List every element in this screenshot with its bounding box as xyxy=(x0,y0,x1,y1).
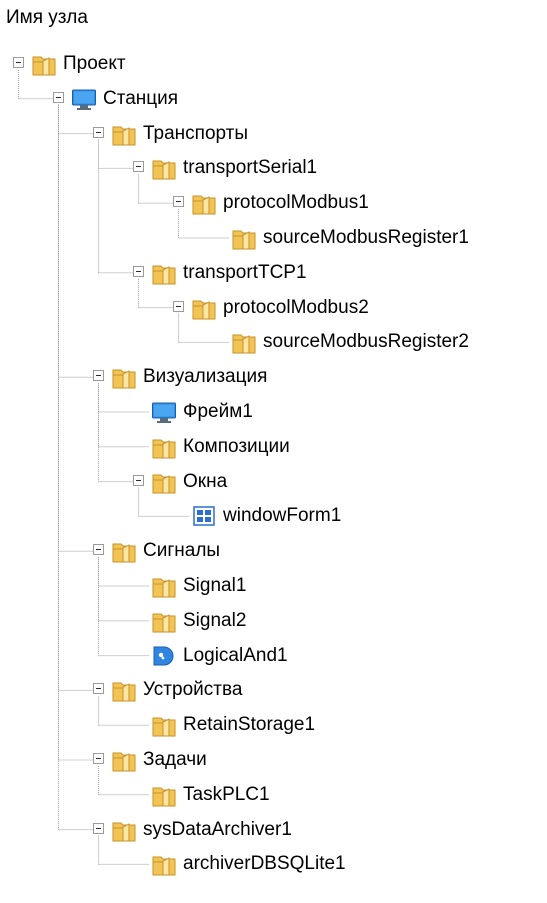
tree-node[interactable]: transportSerial1 xyxy=(0,152,547,184)
folder-icon xyxy=(31,51,57,77)
tree-node[interactable]: Окна xyxy=(0,466,547,498)
folder-icon xyxy=(151,608,177,634)
tree-node-label[interactable]: Signal2 xyxy=(183,608,246,634)
folder-icon xyxy=(231,225,257,251)
tree-node-label[interactable]: protocolModbus2 xyxy=(223,295,369,321)
collapse-toggle[interactable] xyxy=(53,91,64,103)
tree-node-label[interactable]: Композиции xyxy=(183,434,290,460)
folder-icon xyxy=(111,538,137,564)
tree-node-label[interactable]: sourceModbusRegister2 xyxy=(263,329,469,355)
tree-node-label[interactable]: LogicalAnd1 xyxy=(183,643,288,669)
tree-node-label[interactable]: Визуализация xyxy=(143,364,267,390)
collapse-toggle[interactable] xyxy=(173,300,184,312)
tree-node[interactable]: Устройства xyxy=(0,674,547,706)
window-grid-icon xyxy=(191,503,217,529)
collapse-toggle[interactable] xyxy=(133,161,144,173)
folder-icon xyxy=(151,712,177,738)
collapse-toggle[interactable] xyxy=(93,753,104,764)
tree-node-label[interactable]: windowForm1 xyxy=(223,503,341,529)
tree-node[interactable]: protocolModbus2 xyxy=(0,292,547,324)
monitor-icon xyxy=(71,86,97,112)
folder-icon xyxy=(111,121,137,147)
tree-node[interactable]: TaskPLC1 xyxy=(0,779,547,811)
folder-icon xyxy=(191,190,217,216)
folder-icon xyxy=(151,155,177,181)
folder-icon xyxy=(231,329,257,355)
tree-node-label[interactable]: archiverDBSQLite1 xyxy=(183,851,346,877)
tree-node[interactable]: Транспорты xyxy=(0,118,547,150)
tree-node-label[interactable]: RetainStorage1 xyxy=(183,712,315,738)
tree-node-label[interactable]: Станция xyxy=(103,86,178,112)
tree-node-label[interactable]: TaskPLC1 xyxy=(183,782,270,808)
logic-gate-icon xyxy=(151,643,177,669)
collapse-toggle[interactable] xyxy=(133,265,144,277)
tree-node[interactable]: Сигналы xyxy=(0,535,547,567)
folder-icon xyxy=(111,677,137,703)
tree-node[interactable]: sysDataArchiver1 xyxy=(0,814,547,846)
tree-node-label[interactable]: Транспорты xyxy=(143,121,248,147)
tree-node[interactable]: sourceModbusRegister1 xyxy=(0,222,547,254)
tree-node-label[interactable]: protocolModbus1 xyxy=(223,190,369,216)
collapse-toggle[interactable] xyxy=(13,57,24,68)
tree-node[interactable]: RetainStorage1 xyxy=(0,709,547,741)
tree-node[interactable]: Signal2 xyxy=(0,605,547,637)
tree-node-label[interactable]: Сигналы xyxy=(143,538,220,564)
folder-icon xyxy=(111,747,137,773)
tree-node-label[interactable]: Устройства xyxy=(143,677,242,703)
tree-node[interactable]: archiverDBSQLite1 xyxy=(0,848,547,880)
tree-node-label[interactable]: Фрейм1 xyxy=(183,399,253,425)
tree-node-label[interactable]: sourceModbusRegister1 xyxy=(263,225,469,251)
folder-icon xyxy=(151,469,177,495)
tree-node[interactable]: LogicalAnd1 xyxy=(0,640,547,672)
folder-icon xyxy=(111,817,137,843)
collapse-toggle[interactable] xyxy=(93,126,104,138)
collapse-toggle[interactable] xyxy=(93,822,104,834)
collapse-toggle[interactable] xyxy=(93,683,104,695)
tree-node-label[interactable]: transportSerial1 xyxy=(183,155,317,181)
tree-node-label[interactable]: Окна xyxy=(183,469,227,495)
folder-icon xyxy=(191,295,217,321)
tree-node[interactable]: Signal1 xyxy=(0,570,547,602)
collapse-toggle[interactable] xyxy=(133,474,144,486)
tree-node[interactable]: Задачи xyxy=(0,744,547,776)
tree-node-label[interactable]: transportTCP1 xyxy=(183,260,307,286)
tree-node-label[interactable]: sysDataArchiver1 xyxy=(143,817,292,843)
tree-node[interactable]: protocolModbus1 xyxy=(0,187,547,219)
tree-node[interactable]: Проект xyxy=(0,48,547,80)
tree-node[interactable]: Композиции xyxy=(0,431,547,463)
tree-node-label[interactable]: Проект xyxy=(63,51,126,77)
folder-icon xyxy=(151,851,177,877)
tree-node-label[interactable]: Задачи xyxy=(143,747,207,773)
folder-icon xyxy=(151,260,177,286)
collapse-toggle[interactable] xyxy=(173,196,184,208)
tree-panel: Имя узла Проект Станция Транспорты trans… xyxy=(0,0,547,903)
folder-icon xyxy=(151,573,177,599)
monitor-icon xyxy=(151,399,177,425)
tree-node[interactable]: Станция xyxy=(0,83,547,115)
collapse-toggle[interactable] xyxy=(93,370,104,382)
tree-node[interactable]: transportTCP1 xyxy=(0,257,547,289)
collapse-toggle[interactable] xyxy=(93,544,104,556)
tree-node-label[interactable]: Signal1 xyxy=(183,573,246,599)
tree-node[interactable]: sourceModbusRegister2 xyxy=(0,326,547,358)
tree-node[interactable]: windowForm1 xyxy=(0,500,547,532)
folder-icon xyxy=(151,434,177,460)
tree-node[interactable]: Визуализация xyxy=(0,361,547,393)
folder-icon xyxy=(111,364,137,390)
folder-icon xyxy=(151,782,177,808)
tree-node[interactable]: Фрейм1 xyxy=(0,396,547,428)
